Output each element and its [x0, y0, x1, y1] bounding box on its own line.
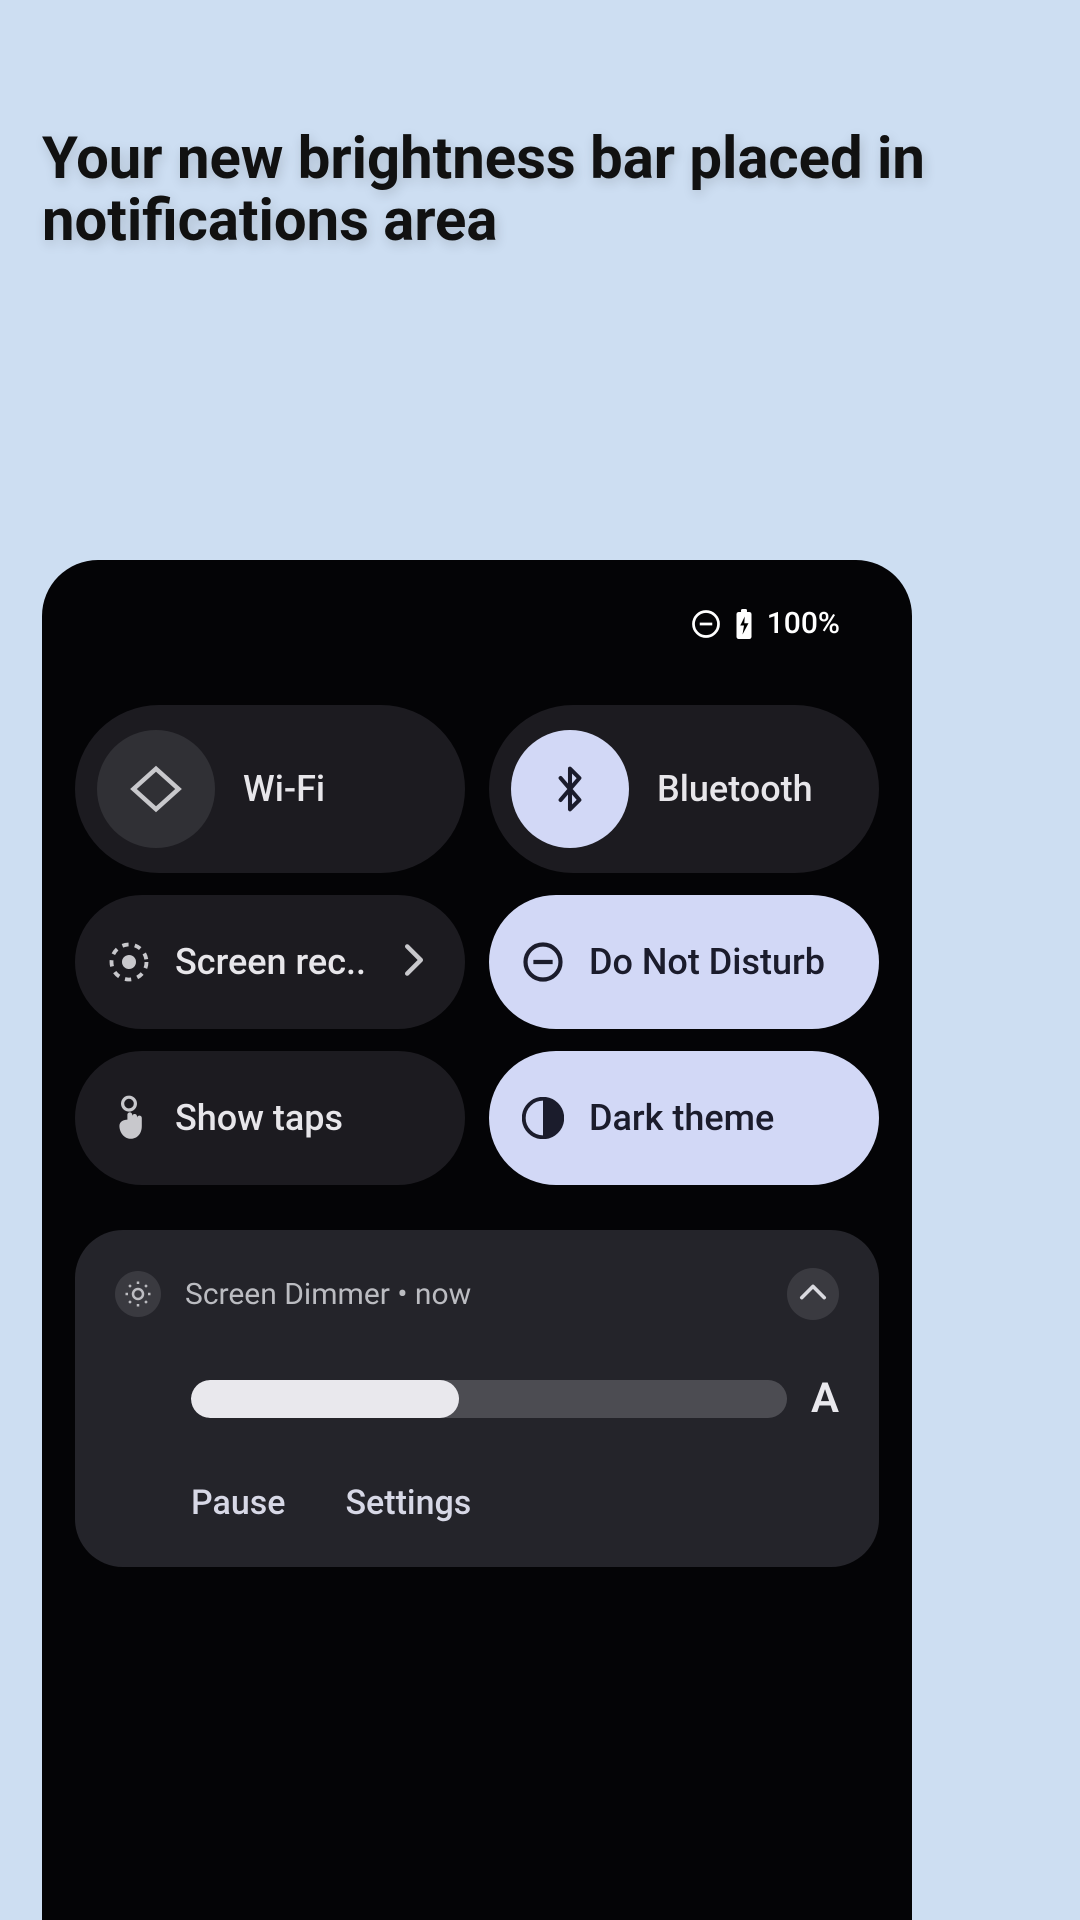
- dnd-status-icon: [691, 609, 721, 639]
- brightness-notification: Screen Dimmer • now A Pause Settings: [75, 1230, 879, 1567]
- promo-headline: Your new brightness bar placed in notifi…: [42, 128, 1020, 252]
- brightness-auto-toggle[interactable]: A: [811, 1374, 839, 1423]
- phone-frame: 100% Wi-Fi Bluetooth: [42, 560, 912, 1920]
- wifi-icon: [97, 730, 215, 848]
- notification-app-name: Screen Dimmer: [185, 1277, 390, 1312]
- quick-settings-tiles: Wi-Fi Bluetooth Screen rec..: [75, 705, 879, 1185]
- notification-header: Screen Dimmer • now: [115, 1268, 839, 1320]
- tile-dnd-label: Do Not Disturb: [589, 941, 825, 983]
- settings-button[interactable]: Settings: [345, 1483, 471, 1523]
- bluetooth-icon: [511, 730, 629, 848]
- dark-theme-icon: [519, 1097, 567, 1139]
- dnd-icon: [519, 941, 567, 983]
- tile-bluetooth-label: Bluetooth: [657, 768, 813, 810]
- record-icon: [105, 941, 153, 983]
- chevron-up-icon: [799, 1283, 827, 1305]
- battery-charging-icon: [735, 609, 753, 639]
- notification-sep: •: [390, 1277, 415, 1312]
- tile-dnd[interactable]: Do Not Disturb: [489, 895, 879, 1029]
- chevron-right-icon: [403, 943, 425, 981]
- brightness-slider[interactable]: [191, 1380, 787, 1418]
- battery-percent: 100%: [767, 606, 840, 641]
- pause-button[interactable]: Pause: [191, 1483, 285, 1523]
- notification-actions: Pause Settings: [191, 1483, 839, 1523]
- notification-when: now: [415, 1277, 471, 1312]
- tile-screen-record[interactable]: Screen rec..: [75, 895, 465, 1029]
- tile-dark-theme[interactable]: Dark theme: [489, 1051, 879, 1185]
- tile-wifi-label: Wi-Fi: [243, 768, 325, 810]
- tile-dark-theme-label: Dark theme: [589, 1097, 774, 1139]
- app-icon: [115, 1271, 161, 1317]
- tile-wifi[interactable]: Wi-Fi: [75, 705, 465, 873]
- touch-icon: [105, 1094, 153, 1142]
- tile-screen-record-label: Screen rec..: [175, 941, 366, 983]
- brightness-slider-row: A: [191, 1374, 839, 1423]
- tile-show-taps[interactable]: Show taps: [75, 1051, 465, 1185]
- collapse-button[interactable]: [787, 1268, 839, 1320]
- notification-title: Screen Dimmer • now: [185, 1277, 471, 1312]
- status-bar: 100%: [691, 606, 840, 641]
- tile-show-taps-label: Show taps: [175, 1097, 343, 1139]
- brightness-slider-fill: [191, 1380, 459, 1418]
- tile-bluetooth[interactable]: Bluetooth: [489, 705, 879, 873]
